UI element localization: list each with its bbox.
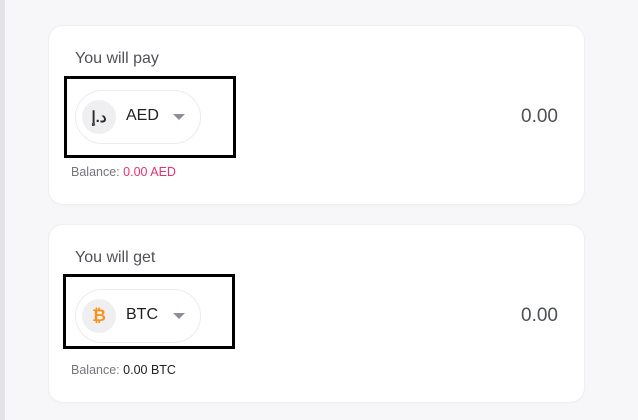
- get-currency-ticker: BTC: [126, 306, 158, 323]
- get-card: You will get ₿ BTC 0.00 Balance: 0.00 BT…: [49, 225, 584, 402]
- chevron-down-icon: [173, 114, 185, 120]
- get-currency-selector[interactable]: ₿ BTC: [75, 289, 201, 343]
- pay-balance: Balance: 0.00 AED: [71, 165, 176, 179]
- get-amount-input[interactable]: 0.00: [521, 305, 558, 327]
- left-border-strip: [0, 0, 5, 420]
- pay-currency-selector[interactable]: د.إ AED: [75, 90, 201, 144]
- get-card-title: You will get: [75, 249, 156, 266]
- pay-card-title: You will pay: [75, 50, 159, 67]
- get-balance-label: Balance:: [71, 363, 120, 377]
- pay-currency-ticker: AED: [126, 107, 159, 124]
- bitcoin-icon: ₿: [82, 299, 116, 333]
- pay-balance-value: 0.00 AED: [123, 165, 176, 179]
- pay-amount-input[interactable]: 0.00: [521, 106, 558, 128]
- get-balance-value: 0.00 BTC: [123, 363, 176, 377]
- get-balance: Balance: 0.00 BTC: [71, 363, 176, 377]
- chevron-down-icon: [173, 313, 185, 319]
- pay-card: You will pay د.إ AED 0.00 Balance: 0.00 …: [49, 26, 584, 204]
- aed-currency-icon: د.إ: [82, 100, 116, 134]
- pay-balance-label: Balance:: [71, 165, 120, 179]
